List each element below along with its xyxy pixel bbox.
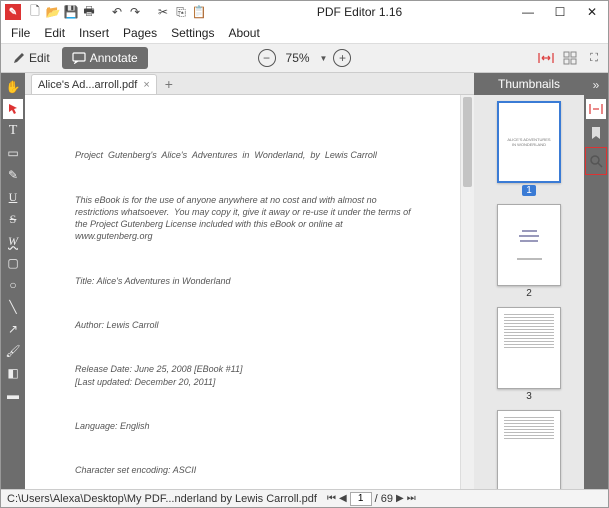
separator (145, 4, 153, 20)
bookmarks-panel-icon[interactable] (586, 123, 606, 143)
rect-tool-icon[interactable]: ▢ (3, 253, 23, 273)
document-page[interactable]: Project Gutenberg's Alice's Adventures i… (25, 95, 460, 489)
zoom-dropdown-icon[interactable]: ▼ (320, 54, 328, 63)
open-icon[interactable]: 📂 (45, 4, 61, 20)
first-page-icon[interactable]: ⏮ (327, 493, 336, 504)
grid-view-icon[interactable] (560, 48, 580, 68)
edit-mode-button[interactable]: Edit (5, 47, 58, 69)
brush-tool-icon[interactable]: 🖌 (3, 341, 23, 361)
zoom-out-button[interactable]: − (258, 49, 276, 67)
zoom-in-button[interactable]: + (333, 49, 351, 67)
search-panel-icon[interactable] (585, 147, 607, 175)
line-tool-icon[interactable]: ╲ (3, 297, 23, 317)
hand-tool-icon[interactable]: ✋ (3, 77, 23, 97)
doc-text: Character set encoding: ASCII (75, 464, 420, 476)
redo-icon[interactable]: ↷ (127, 4, 143, 20)
circle-tool-icon[interactable]: ○ (3, 275, 23, 295)
tab-close-icon[interactable]: × (143, 79, 149, 91)
doc-text: Project Gutenberg's Alice's Adventures i… (75, 149, 420, 161)
page-total: / 69 (375, 493, 393, 505)
file-path: C:\Users\Alexa\Desktop\My PDF...nderland… (7, 493, 317, 505)
underline-tool-icon[interactable]: U (3, 187, 23, 207)
save-icon[interactable]: 💾 (63, 4, 79, 20)
select-tool-icon[interactable] (3, 99, 23, 119)
text-tool-icon[interactable]: T (3, 121, 23, 141)
strike-tool-icon[interactable]: S (3, 209, 23, 229)
thumbnail-1[interactable]: ALICE'S ADVENTURESIN WONDERLAND 1 (497, 101, 561, 196)
thumbnails-header: Thumbnails (474, 73, 584, 95)
copy-icon[interactable]: ⎘ (173, 4, 189, 20)
doc-text: This eBook is for the use of anyone anyw… (75, 194, 420, 243)
menu-insert[interactable]: Insert (73, 24, 115, 42)
new-tab-button[interactable]: + (159, 74, 179, 94)
scrollbar-thumb[interactable] (463, 97, 472, 187)
menu-about[interactable]: About (222, 24, 265, 42)
collapse-panel-icon[interactable]: » (586, 75, 606, 95)
thumbnails-panel-icon[interactable] (586, 99, 606, 119)
draw-tool-icon[interactable]: ✎ (3, 165, 23, 185)
menu-pages[interactable]: Pages (117, 24, 163, 42)
whiteout-tool-icon[interactable]: ▬ (3, 385, 23, 405)
cut-icon[interactable]: ✂ (155, 4, 171, 20)
thumbnail-3[interactable]: 3 (497, 307, 561, 402)
vertical-scrollbar[interactable] (460, 95, 474, 489)
tab-label: Alice's Ad...arroll.pdf (38, 79, 137, 91)
image-tool-icon[interactable]: ▭ (3, 143, 23, 163)
eraser-tool-icon[interactable]: ◧ (3, 363, 23, 383)
zoom-value[interactable]: 75% (282, 51, 314, 65)
page-navigator: ⏮ ◀ / 69 ▶ ⏭ (327, 492, 416, 506)
page-input[interactable] (350, 492, 372, 506)
pencil-icon (13, 52, 25, 64)
maximize-button[interactable]: ☐ (544, 1, 576, 23)
thumbnail-4[interactable]: 4 (497, 410, 561, 489)
doc-text: Author: Lewis Carroll (75, 319, 420, 331)
annotate-label: Annotate (90, 51, 138, 65)
menu-settings[interactable]: Settings (165, 24, 220, 42)
close-button[interactable]: ✕ (576, 1, 608, 23)
document-tab[interactable]: Alice's Ad...arroll.pdf × (31, 74, 157, 94)
last-page-icon[interactable]: ⏭ (407, 493, 416, 504)
thumb-number: 2 (526, 288, 532, 299)
doc-text: Language: English (75, 420, 420, 432)
thumb-number: 1 (522, 185, 536, 196)
separator (99, 4, 107, 20)
annotate-mode-button[interactable]: Annotate (62, 47, 148, 69)
paste-icon[interactable]: 📋 (191, 4, 207, 20)
new-icon[interactable]: 🗋 (27, 4, 43, 20)
fullscreen-icon[interactable]: ⛶ (584, 48, 604, 68)
squiggly-tool-icon[interactable]: W (3, 231, 23, 251)
print-icon[interactable]: 🖶 (81, 4, 97, 20)
undo-icon[interactable]: ↶ (109, 4, 125, 20)
doc-text: Release Date: June 25, 2008 [EBook #11] … (75, 363, 420, 387)
window-title: PDF Editor 1.16 (207, 5, 512, 19)
thumb-number: 3 (526, 391, 532, 402)
arrow-tool-icon[interactable]: ↗ (3, 319, 23, 339)
edit-label: Edit (29, 51, 50, 65)
app-icon: ✎ (5, 4, 21, 20)
menu-file[interactable]: File (5, 24, 36, 42)
prev-page-icon[interactable]: ◀ (339, 493, 347, 504)
next-page-icon[interactable]: ▶ (396, 493, 404, 504)
menu-edit[interactable]: Edit (38, 24, 71, 42)
fit-width-icon[interactable] (536, 48, 556, 68)
minimize-button[interactable]: — (512, 1, 544, 23)
thumbnail-2[interactable]: 2 (497, 204, 561, 299)
comment-icon (72, 52, 86, 64)
doc-text: Title: Alice's Adventures in Wonderland (75, 275, 420, 287)
